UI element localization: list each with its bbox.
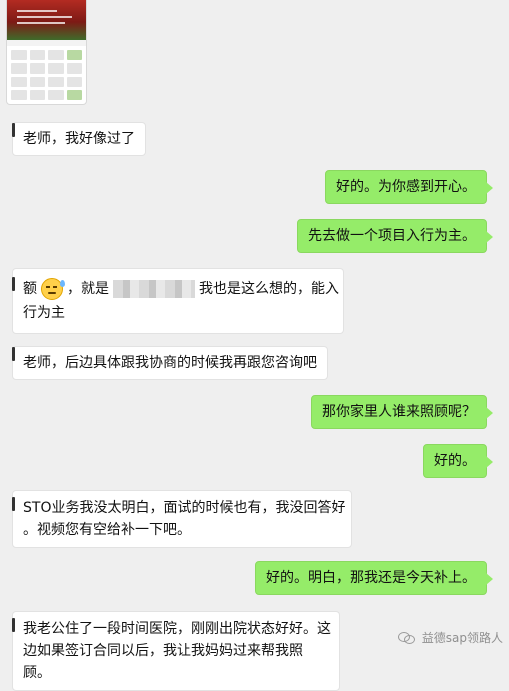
watermark-text: 益德sap领路人 <box>421 630 503 645</box>
message-text: 好的。为你感到开心。 <box>336 179 476 195</box>
message-bubble-outgoing[interactable]: 好的。 <box>423 444 493 478</box>
message-text: 额 <box>23 281 37 297</box>
wechat-channel-icon <box>397 630 416 644</box>
message-line: 。视频您有空给补一下吧。 <box>23 522 191 538</box>
message-text: 好的。明白，那我还是今天补上。 <box>266 570 476 586</box>
message-bubble-outgoing[interactable]: 那你家里人谁来照顾呢？ <box>311 395 493 429</box>
message-line: 边如果签订合同以后，我让我妈妈过来帮我照顾。 <box>23 643 303 681</box>
message-line: STO业务我没太明白，面试的时候也有，我没回答好 <box>23 500 346 516</box>
message-text: 老师，后边具体跟我协商的时候我再跟您咨询吧 <box>23 355 317 371</box>
message-bubble-incoming[interactable]: 我老公住了一段时间医院，刚刚出院状态好好。这 边如果签订合同以后，我让我妈妈过来… <box>12 611 340 691</box>
message-line: 我老公住了一段时间医院，刚刚出院状态好好。这 <box>23 621 331 637</box>
shared-image-thumbnail[interactable] <box>7 0 86 104</box>
message-bubble-incoming[interactable]: 老师，后边具体跟我协商的时候我再跟您咨询吧 <box>12 346 328 380</box>
sweat-emoji-icon <box>41 278 65 300</box>
message-text: 先去做一个项目入行为主。 <box>308 228 476 244</box>
message-line: 行为主 <box>23 305 65 321</box>
watermark: 益德sap领路人 <box>397 626 503 648</box>
message-text: 老师，我好像过了 <box>23 131 135 147</box>
message-bubble-incoming[interactable]: 老师，我好像过了 <box>12 122 146 156</box>
message-bubble-incoming[interactable]: 额 ，就是 我也是这么想的，能入 行为主 <box>12 268 344 334</box>
message-text: 好的。 <box>434 453 476 469</box>
message-bubble-outgoing[interactable]: 先去做一个项目入行为主。 <box>297 219 493 253</box>
message-line: 额 ，就是 我也是这么想的，能入 <box>23 277 339 301</box>
redacted-name <box>113 280 195 298</box>
message-bubble-outgoing[interactable]: 好的。明白，那我还是今天补上。 <box>255 561 493 595</box>
message-text: 我也是这么想的，能入 <box>199 281 339 297</box>
thumbnail-bar <box>7 40 86 46</box>
message-text: 那你家里人谁来照顾呢？ <box>322 404 476 420</box>
message-bubble-outgoing[interactable]: 好的。为你感到开心。 <box>325 170 493 204</box>
thumbnail-grid <box>11 50 82 100</box>
message-bubble-incoming[interactable]: STO业务我没太明白，面试的时候也有，我没回答好 。视频您有空给补一下吧。 <box>12 490 352 548</box>
thumbnail-photo <box>7 0 86 40</box>
message-text: ，就是 <box>67 281 109 297</box>
